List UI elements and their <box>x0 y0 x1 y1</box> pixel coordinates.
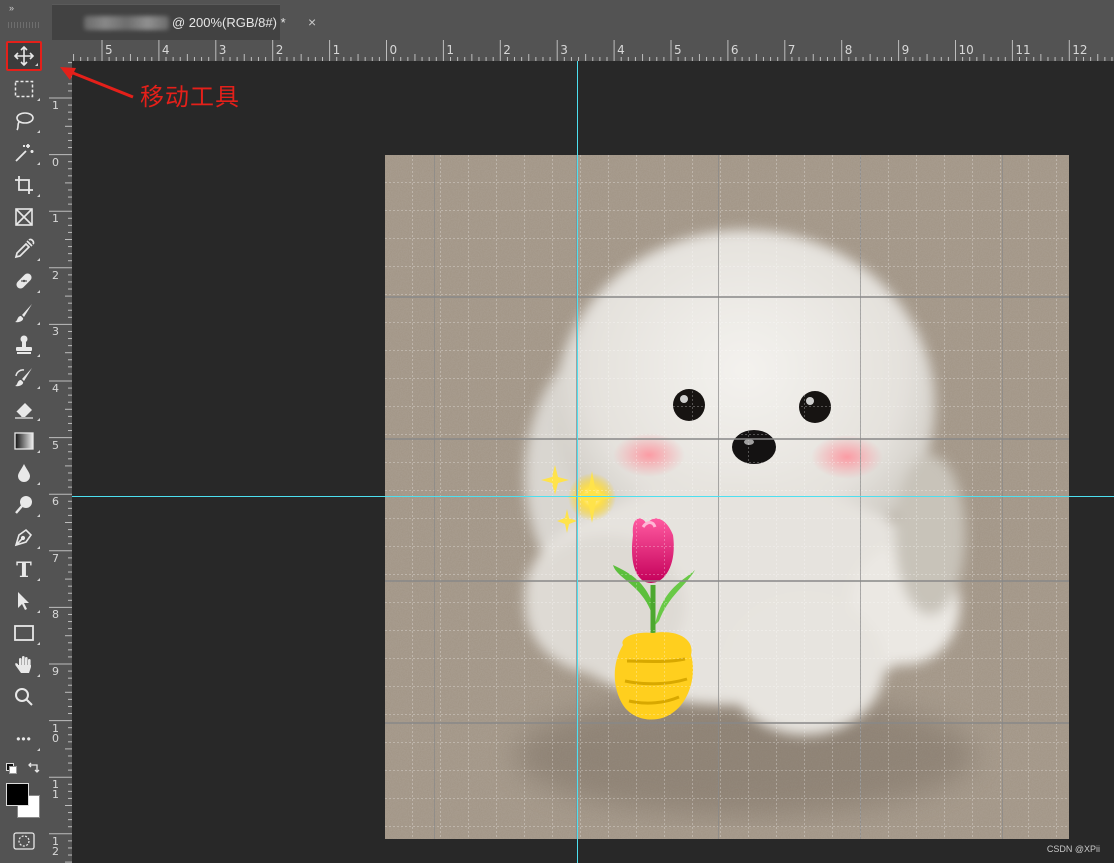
ruler-v-label: 7 <box>52 551 59 565</box>
stamp-icon <box>16 335 32 354</box>
bandage-icon <box>16 273 32 289</box>
ruler-h-label: 3 <box>560 43 568 57</box>
ruler-h-label: 9 <box>901 43 910 57</box>
quick-mask-icon <box>13 832 35 850</box>
magic-wand-icon <box>15 144 34 162</box>
quick-mask-button[interactable] <box>13 832 35 855</box>
brush-tool[interactable] <box>6 298 42 328</box>
clone-stamp-tool[interactable] <box>6 330 42 360</box>
move-icon <box>13 45 35 67</box>
horizontal-guide[interactable] <box>72 496 1114 497</box>
eraser-icon <box>15 403 33 419</box>
eraser-tool[interactable] <box>6 394 42 424</box>
ruler-h-label: 2 <box>503 43 511 57</box>
rectangle-icon <box>14 625 34 641</box>
gradient-icon <box>14 432 34 450</box>
close-icon[interactable]: × <box>308 14 316 30</box>
ruler-h-label: 1 <box>446 43 455 57</box>
hand-icon <box>15 656 31 673</box>
vertical-ruler[interactable]: 10123456789101112 <box>49 61 72 863</box>
history-brush-icon <box>15 368 32 387</box>
ruler-v-label: 5 <box>52 438 59 452</box>
move-tool[interactable] <box>6 41 42 71</box>
history-brush-tool[interactable] <box>6 362 42 392</box>
healing-brush-tool[interactable] <box>6 266 42 296</box>
toolbar: T ••• <box>0 40 49 863</box>
ruler-h-label: 3 <box>218 43 227 57</box>
zoom-tool[interactable] <box>6 682 42 712</box>
frame-tool[interactable] <box>6 202 42 232</box>
rectangle-tool[interactable] <box>6 618 42 648</box>
ruler-v-label: 9 <box>52 665 59 678</box>
horizontal-ruler[interactable]: 5 4 3 2 1 0 1 2 3 4 5 6 7 8 9 10 11 12 <box>72 40 1114 61</box>
ruler-h-label: 6 <box>730 43 739 57</box>
type-icon: T <box>16 556 32 582</box>
document-tab-title: @ 200%(RGB/8#) * <box>172 15 286 30</box>
crop-icon <box>15 176 33 194</box>
ruler-v-label: 0 <box>52 155 59 169</box>
ruler-h-label: 12 <box>1072 43 1088 57</box>
lasso-tool[interactable] <box>6 106 42 136</box>
dodge-tool[interactable] <box>6 490 42 520</box>
ruler-v-label: 11 <box>52 778 59 802</box>
annotation-label: 移动工具 <box>140 83 240 111</box>
ruler-h-label: 1 <box>332 43 341 57</box>
swap-colors-icon[interactable] <box>27 760 41 779</box>
arrow-icon <box>18 592 29 610</box>
gradient-tool[interactable] <box>6 426 42 456</box>
ruler-h-label: 11 <box>1015 43 1031 57</box>
panel-collapse-button[interactable]: » <box>0 0 50 22</box>
ruler-h-label: 0 <box>389 43 398 57</box>
ruler-v-label: 8 <box>52 608 59 622</box>
marquee-icon <box>14 80 34 98</box>
eyedropper-tool[interactable] <box>6 234 42 264</box>
ruler-h-label: 4 <box>161 43 170 57</box>
blur-tool[interactable] <box>6 458 42 488</box>
ruler-h-label: 8 <box>844 43 853 57</box>
lasso-icon <box>16 112 34 131</box>
pen-icon <box>14 528 33 547</box>
ruler-h-label: 2 <box>275 43 284 57</box>
ruler-v-label: 3 <box>52 325 59 339</box>
more-icon: ••• <box>16 732 32 746</box>
puppy-photo <box>385 155 1069 839</box>
type-tool[interactable]: T <box>6 554 42 584</box>
drop-icon <box>18 464 30 482</box>
path-selection-tool[interactable] <box>6 586 42 616</box>
watermark: CSDN @XPii <box>1046 844 1100 854</box>
ruler-v-label: 1 <box>52 212 59 226</box>
hand-tool[interactable] <box>6 650 42 680</box>
ruler-v-label: 10 <box>52 721 59 745</box>
double-chevron-icon: » <box>9 3 15 13</box>
foreground-color-swatch[interactable] <box>6 783 29 806</box>
brush-icon <box>15 304 32 323</box>
crop-tool[interactable] <box>6 170 42 200</box>
blurred-filename <box>84 16 169 30</box>
ruler-origin[interactable] <box>49 40 72 61</box>
rectangular-marquee-tool[interactable] <box>6 74 42 104</box>
default-colors-icon[interactable] <box>6 763 17 774</box>
ruler-h-label: 10 <box>958 43 974 57</box>
ruler-h-label: 5 <box>105 43 113 57</box>
vertical-guide[interactable] <box>577 61 578 863</box>
ruler-h-label: 4 <box>617 43 625 57</box>
magic-wand-tool[interactable] <box>6 138 42 168</box>
ruler-v-label: 12 <box>52 834 59 858</box>
edit-toolbar[interactable]: ••• <box>6 724 42 754</box>
ruler-h-label: 7 <box>787 43 796 57</box>
eyedropper-icon <box>14 238 35 259</box>
document-tab[interactable]: @ 200%(RGB/8#) * × <box>52 4 316 41</box>
zoom-icon <box>15 688 33 706</box>
canvas-image[interactable] <box>385 155 1069 839</box>
pen-tool[interactable] <box>6 522 42 552</box>
frame-icon <box>15 208 33 226</box>
ruler-v-label: 6 <box>52 495 59 509</box>
ruler-h-label: 5 <box>674 43 682 57</box>
toolbar-grip[interactable] <box>8 22 40 28</box>
ruler-v-label: 2 <box>52 268 59 282</box>
dodge-icon <box>15 496 32 514</box>
ruler-v-label: 4 <box>52 382 59 395</box>
